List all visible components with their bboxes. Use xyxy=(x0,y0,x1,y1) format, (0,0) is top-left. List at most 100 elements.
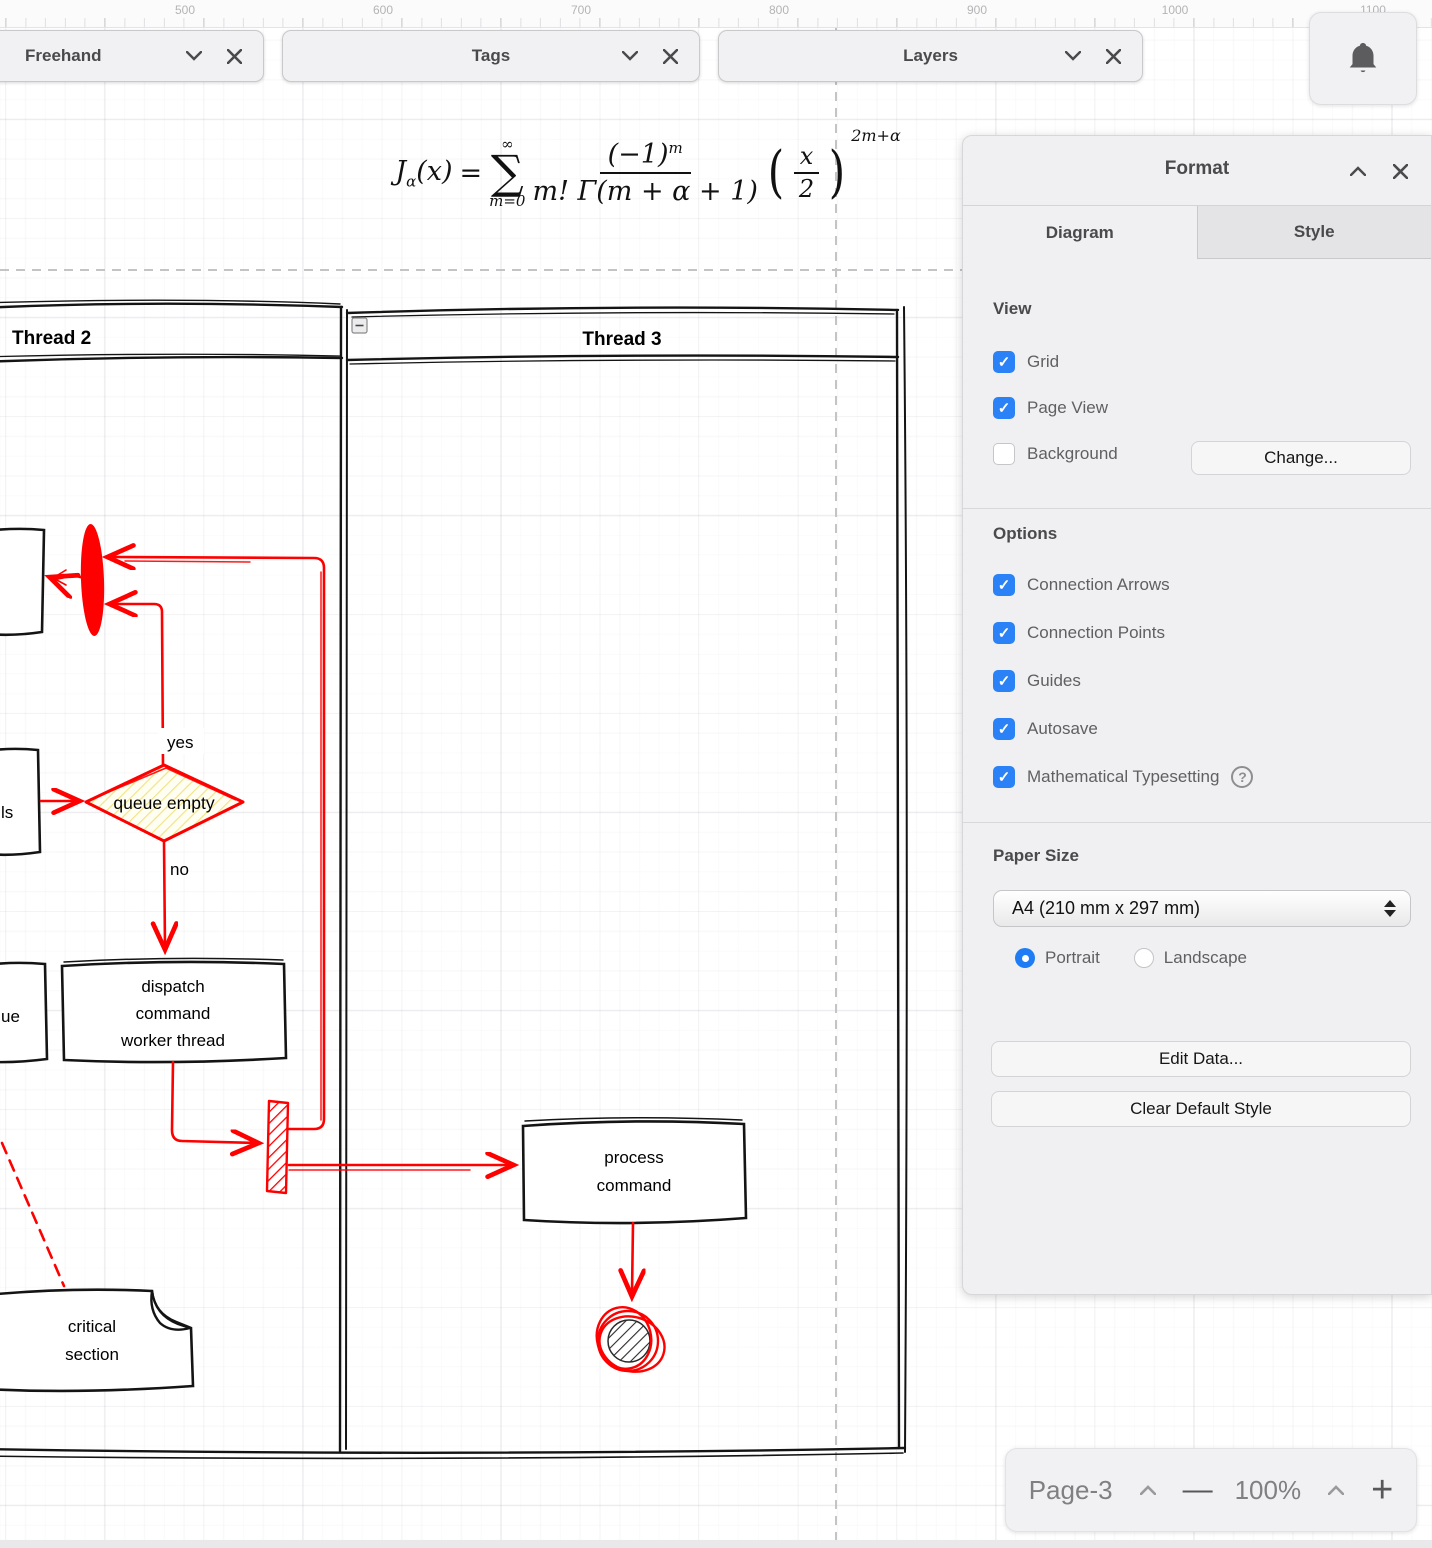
ruler-label: 900 xyxy=(967,3,987,17)
node-worker-activity-bar[interactable] xyxy=(267,1101,288,1193)
node-end-scribble[interactable] xyxy=(590,1301,671,1379)
edge-echo xyxy=(125,561,250,562)
section-divider xyxy=(963,508,1431,509)
freehand-panel[interactable]: Freehand xyxy=(0,30,264,82)
clear-default-style-button[interactable]: Clear Default Style xyxy=(991,1091,1411,1127)
dispatch-label-3: worker thread xyxy=(120,1031,225,1050)
node-critical-section[interactable] xyxy=(0,1290,193,1391)
formula-equals: = xyxy=(460,158,483,189)
ruler-label: 500 xyxy=(175,3,195,17)
view-heading: View xyxy=(993,299,1031,319)
ruler-label: 1000 xyxy=(1162,3,1189,17)
page-view-checkbox[interactable]: ✓ xyxy=(993,397,1015,419)
tab-diagram[interactable]: Diagram xyxy=(963,206,1197,259)
lane2-title[interactable]: Thread 2 xyxy=(12,328,91,349)
dispatch-label-2: command xyxy=(136,1004,211,1023)
page-menu-chevron-icon[interactable] xyxy=(1135,1477,1161,1503)
guides-checkbox[interactable]: ✓ xyxy=(993,670,1015,692)
critical-label-1: critical xyxy=(68,1317,116,1336)
clipped-label-bottom: ue xyxy=(1,1007,20,1026)
edge-process-to-end[interactable] xyxy=(632,1223,633,1294)
close-icon[interactable] xyxy=(1100,43,1126,69)
zoom-out-button[interactable]: — xyxy=(1183,1473,1213,1507)
connection-points-label: Connection Points xyxy=(1027,623,1165,643)
lane3-collapse-button[interactable] xyxy=(352,318,367,333)
edge-label-no: no xyxy=(170,860,189,879)
autosave-label: Autosave xyxy=(1027,719,1098,739)
layers-panel-title: Layers xyxy=(903,46,958,66)
connection-points-checkbox[interactable]: ✓ xyxy=(993,622,1015,644)
layers-panel[interactable]: Layers xyxy=(718,30,1143,82)
tags-panel-title: Tags xyxy=(472,46,510,66)
edge-no-branch[interactable] xyxy=(164,842,165,947)
guides-label: Guides xyxy=(1027,671,1081,691)
edge-dispatch-to-bar[interactable] xyxy=(172,1062,256,1143)
page-zoom-toolbar: Page-3 — 100% + xyxy=(1005,1448,1417,1532)
chevron-down-icon[interactable] xyxy=(617,43,643,69)
queue-empty-label: queue empty xyxy=(113,793,214,813)
fraction: (−1)m m! Γ(m + α + 1) xyxy=(532,139,757,207)
close-icon[interactable] xyxy=(1387,158,1413,184)
clipped-label-mid: ls xyxy=(1,803,13,822)
paper-size-heading: Paper Size xyxy=(993,846,1079,866)
connection-arrows-checkbox[interactable]: ✓ xyxy=(993,574,1015,596)
math-formula[interactable]: Jα(x) = ∞ ∑ m=0 (−1)m m! Γ(m + α + 1) ( … xyxy=(378,118,918,228)
help-icon[interactable]: ? xyxy=(1231,766,1253,788)
portrait-radio[interactable] xyxy=(1015,948,1035,968)
zoom-in-button[interactable]: + xyxy=(1371,1469,1393,1512)
node-process-command[interactable] xyxy=(523,1121,746,1223)
formula-exponent: 2m+α xyxy=(851,126,901,145)
landscape-label: Landscape xyxy=(1164,948,1247,968)
grid-row: ✓ Grid xyxy=(993,351,1059,373)
swimlane-pool[interactable] xyxy=(0,300,907,1458)
lane3-title[interactable]: Thread 3 xyxy=(582,329,661,350)
autosave-checkbox[interactable]: ✓ xyxy=(993,718,1015,740)
x-over-2: x 2 xyxy=(794,143,820,203)
edge-dashed-annotation[interactable] xyxy=(2,1143,64,1286)
edit-data-button[interactable]: Edit Data... xyxy=(991,1041,1411,1077)
math-typesetting-checkbox[interactable]: ✓ xyxy=(993,766,1015,788)
zoom-level[interactable]: 100% xyxy=(1235,1475,1302,1506)
math-typesetting-label: Mathematical Typesetting xyxy=(1027,767,1219,787)
page-selector[interactable]: Page-3 xyxy=(1029,1475,1113,1506)
close-icon[interactable] xyxy=(221,43,247,69)
notifications-button[interactable] xyxy=(1309,12,1417,105)
formula-lhs: Jα(x) xyxy=(395,156,452,190)
edge-yes-branch[interactable] xyxy=(112,604,163,767)
process-label-2: command xyxy=(597,1176,672,1195)
summation: ∞ ∑ m=0 xyxy=(489,137,525,208)
edge-label-yes: yes xyxy=(167,733,193,752)
close-icon[interactable] xyxy=(657,43,683,69)
background-checkbox[interactable] xyxy=(993,443,1015,465)
freehand-panel-title: Freehand xyxy=(25,46,102,66)
tags-panel[interactable]: Tags xyxy=(282,30,700,82)
format-panel-header: Format xyxy=(963,136,1431,206)
dispatch-label-1: dispatch xyxy=(141,977,204,996)
tab-style[interactable]: Style xyxy=(1197,206,1432,259)
select-arrows-icon xyxy=(1384,900,1396,917)
math-typesetting-row: ✓ Mathematical Typesetting ? xyxy=(993,766,1253,788)
node-clipped-top-left[interactable] xyxy=(0,529,44,635)
chevron-down-icon[interactable] xyxy=(181,43,207,69)
paper-size-select[interactable]: A4 (210 mm x 297 mm) xyxy=(993,890,1411,927)
options-heading: Options xyxy=(993,524,1057,544)
chevron-down-icon[interactable] xyxy=(1060,43,1086,69)
node-clipped-mid-left[interactable] xyxy=(0,749,40,855)
guides-row: ✓ Guides xyxy=(993,670,1081,692)
background-row: Background xyxy=(993,443,1118,465)
process-label-1: process xyxy=(604,1148,664,1167)
autosave-row: ✓ Autosave xyxy=(993,718,1098,740)
page-view-label: Page View xyxy=(1027,398,1108,418)
chevron-up-icon[interactable] xyxy=(1345,158,1371,184)
landscape-radio[interactable] xyxy=(1134,948,1154,968)
critical-label-2: section xyxy=(65,1345,119,1364)
zoom-menu-chevron-icon[interactable] xyxy=(1323,1477,1349,1503)
page-view-row: ✓ Page View xyxy=(993,397,1108,419)
grid-checkbox[interactable]: ✓ xyxy=(993,351,1015,373)
grid-label: Grid xyxy=(1027,352,1059,372)
connection-arrows-row: ✓ Connection Arrows xyxy=(993,574,1170,596)
connection-points-row: ✓ Connection Points xyxy=(993,622,1165,644)
change-background-button[interactable]: Change... xyxy=(1191,441,1411,475)
node-wait-activity-bar[interactable] xyxy=(79,524,106,637)
ruler-ticks xyxy=(0,18,1432,27)
